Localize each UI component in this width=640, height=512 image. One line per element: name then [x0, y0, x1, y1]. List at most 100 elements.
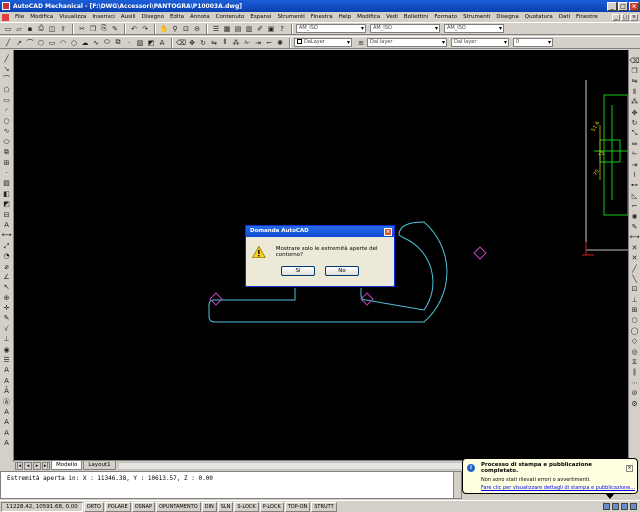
cut-icon[interactable]: ✂ [77, 24, 87, 34]
plot-publish-icon[interactable] [621, 503, 628, 510]
maximize-button[interactable]: □ [618, 1, 628, 11]
arc-icon[interactable]: ◠ [58, 38, 68, 48]
markup-icon[interactable]: ✐ [255, 24, 265, 34]
status-orto[interactable]: ORTO [83, 501, 104, 512]
status-sln[interactable]: SLN [217, 501, 234, 512]
menu-bollettini[interactable]: Bollettini [401, 14, 431, 20]
command-line[interactable]: Estremità aperta in: X : 11346.38, Y : 1… [0, 471, 462, 499]
tangent-snap-icon[interactable]: ◯ [630, 326, 640, 336]
parallel-snap-icon[interactable]: ∥ [630, 368, 640, 378]
coordinate-readout[interactable]: 11228.42, 10591.68, 0.00 [1, 501, 83, 512]
menu-espansi[interactable]: Espansi [247, 14, 274, 20]
copy-tool-icon[interactable]: ❐ [630, 66, 640, 76]
doc-close-button[interactable]: × [630, 13, 638, 21]
move-tool-icon[interactable]: ✥ [630, 108, 640, 118]
text-a3-icon[interactable]: Ā [2, 387, 12, 397]
text-a4-icon[interactable]: A [2, 407, 12, 417]
dim-diameter-icon[interactable]: ⌀ [2, 262, 12, 272]
comm-center-icon[interactable] [603, 503, 610, 510]
tab-model[interactable]: Modello [51, 461, 83, 470]
layer-combo[interactable]: DaLayer [294, 38, 352, 47]
status-s-lock[interactable]: S-LOCK [234, 501, 259, 512]
line-icon[interactable]: ╱ [3, 38, 13, 48]
undo-icon[interactable]: ↶ [129, 24, 139, 34]
menu-ausili[interactable]: Ausili [118, 14, 139, 20]
make-block-icon[interactable]: ⊞ [2, 158, 12, 168]
properties-icon[interactable]: ☰ [211, 24, 221, 34]
cross-tool-icon[interactable]: ✕ [630, 243, 640, 253]
revcloud-icon[interactable]: ☁ [80, 38, 90, 48]
mirror-tool-icon[interactable]: ⇋ [630, 77, 640, 87]
ellipse-tool-icon[interactable]: ⬭ [2, 137, 12, 147]
line-tool-2-icon[interactable]: ╱ [630, 264, 640, 274]
trim-icon[interactable]: ✁ [242, 38, 252, 48]
match-tool-icon[interactable]: ✎ [630, 222, 640, 232]
publish-notification-balloon[interactable]: i Processo di stampa e pubblicazione com… [462, 458, 638, 499]
match-properties-icon[interactable]: ✎ [110, 24, 120, 34]
array-tool-icon[interactable]: ⁂ [630, 98, 640, 108]
line-tool-icon[interactable]: ╱ [2, 54, 12, 64]
menu-annota[interactable]: Annota [187, 14, 213, 20]
dim-linear-icon[interactable]: ⟷ [1, 231, 11, 241]
rectangle-icon[interactable]: ▭ [47, 38, 57, 48]
zoom-window-icon[interactable]: ⊡ [181, 24, 191, 34]
menu-visualizza[interactable]: Visualizza [56, 14, 89, 20]
extension-snap-icon[interactable]: ⋯ [630, 378, 640, 388]
point-icon[interactable]: · [124, 38, 134, 48]
clean-screen-icon[interactable] [630, 503, 637, 510]
calculator-icon[interactable]: ▣ [266, 24, 276, 34]
zoom-previous-icon[interactable]: ⊖ [192, 24, 202, 34]
node-tool-icon[interactable]: ⊡ [630, 285, 640, 295]
status-opuntamento[interactable]: OPUNTAMENTO [155, 501, 201, 512]
construction-line-icon[interactable]: ↗ [14, 38, 24, 48]
paste-icon[interactable]: ⎘ [99, 24, 109, 34]
extend-icon[interactable]: ⇥ [253, 38, 263, 48]
menu-formato[interactable]: Formato [431, 14, 460, 20]
erase-icon[interactable]: ⌫ [176, 38, 186, 48]
menu-dati[interactable]: Dati [556, 14, 573, 20]
linetype-combo[interactable]: Dal layer [367, 38, 447, 47]
text-a2-icon[interactable]: A [2, 376, 12, 386]
publish-icon[interactable]: ⇪ [58, 24, 68, 34]
insert-block-icon[interactable]: ⧉ [2, 148, 12, 158]
cross-tool-2-icon[interactable]: ✕ [630, 253, 640, 263]
text-a5-icon[interactable]: A [2, 418, 12, 428]
fillet-icon[interactable]: ⌐ [264, 38, 274, 48]
insert-tool-icon[interactable]: ⊞ [630, 305, 640, 315]
mirror-icon[interactable]: ⇋ [209, 38, 219, 48]
datum-icon[interactable]: ⊥ [2, 335, 12, 345]
fillet-tool-icon[interactable]: ⌐ [630, 201, 640, 211]
plot-style-combo[interactable]: 0 [513, 38, 553, 47]
mtext-tool-icon[interactable]: A [2, 220, 12, 230]
scale-tool-icon[interactable]: ⤡ [630, 129, 640, 139]
menu-contenuto[interactable]: Contenuto [213, 14, 248, 20]
none-snap-icon[interactable]: ⊘ [630, 389, 640, 399]
menu-file[interactable]: File [12, 14, 27, 20]
next-tab-arrow[interactable]: ▸ [33, 461, 41, 470]
balloon-close-button[interactable]: × [626, 464, 633, 472]
polyline-tool-icon[interactable]: ⌒ [2, 75, 12, 85]
ellipse-icon[interactable]: ⬭ [102, 38, 112, 48]
status-p-lock[interactable]: P-LOCK [259, 501, 284, 512]
menu-vedi[interactable]: Vedi [383, 14, 401, 20]
array-icon[interactable]: ⁂ [231, 38, 241, 48]
extend-tool-icon[interactable]: ⇥ [630, 160, 640, 170]
table-tool-icon[interactable]: ⊟ [2, 210, 12, 220]
hatch-icon[interactable]: ▨ [135, 38, 145, 48]
point-tool-icon[interactable]: · [2, 168, 12, 178]
menu-finestre[interactable]: Finestre [573, 14, 601, 20]
menu-strumenti-2[interactable]: Strumenti [460, 14, 493, 20]
tab-layout1[interactable]: Layout1 [83, 461, 116, 470]
open-folder-icon[interactable]: ▱ [14, 24, 24, 34]
help-icon[interactable]: ? [277, 24, 287, 34]
autocad-app-icon[interactable] [2, 2, 10, 10]
dialog-close-button[interactable]: × [384, 227, 392, 236]
surface-finish-icon[interactable]: √ [2, 324, 12, 334]
tool-palettes-icon[interactable]: ▤ [233, 24, 243, 34]
erase-tool-icon[interactable]: ⌫ [630, 56, 640, 66]
status-strutt[interactable]: STRUTT [311, 501, 337, 512]
text-a1-icon[interactable]: A [2, 366, 12, 376]
region-tool-icon[interactable]: ◩ [2, 199, 12, 209]
status-din[interactable]: DIN [201, 501, 217, 512]
text-a6-icon[interactable]: A [2, 428, 12, 438]
